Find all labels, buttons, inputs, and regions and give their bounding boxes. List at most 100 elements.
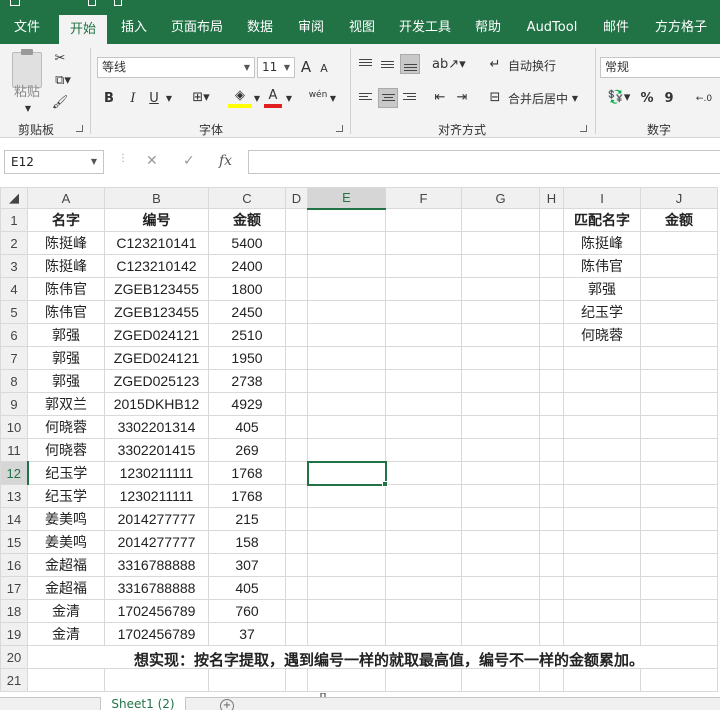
cell-g15[interactable] bbox=[461, 530, 540, 554]
tab-mail[interactable]: 邮件 bbox=[592, 12, 640, 44]
cell-j9[interactable] bbox=[640, 392, 718, 416]
tab-data[interactable]: 数据 bbox=[236, 12, 284, 44]
cell-j5[interactable] bbox=[640, 300, 718, 324]
cell-b15[interactable]: 2014277777 bbox=[104, 530, 209, 554]
cell-j21[interactable] bbox=[640, 668, 718, 692]
cell-d14[interactable] bbox=[285, 507, 308, 531]
row-header[interactable]: 7 bbox=[0, 346, 28, 370]
cell-d15[interactable] bbox=[285, 530, 308, 554]
underline-dropdown-icon[interactable]: ▼ bbox=[164, 90, 174, 108]
tab-fangfang[interactable]: 方方格子 bbox=[646, 12, 716, 44]
cell-g12[interactable] bbox=[461, 461, 540, 485]
cell-d8[interactable] bbox=[285, 369, 308, 393]
cell-d13[interactable] bbox=[285, 484, 308, 508]
wrap-text-button[interactable]: 自动换行 bbox=[504, 57, 560, 75]
cell-g14[interactable] bbox=[461, 507, 540, 531]
cell-i4[interactable]: 郭强 bbox=[563, 277, 641, 301]
copy-icon[interactable]: ⧉▾ bbox=[50, 72, 76, 90]
cell-j7[interactable] bbox=[640, 346, 718, 370]
cell-e5[interactable] bbox=[307, 300, 386, 324]
align-bottom-icon[interactable] bbox=[400, 54, 420, 74]
cell-i10[interactable] bbox=[563, 415, 641, 439]
cell-f19[interactable] bbox=[385, 622, 462, 646]
cell-e1[interactable] bbox=[307, 208, 386, 232]
tab-review[interactable]: 审阅 bbox=[287, 12, 335, 44]
cell-h11[interactable] bbox=[539, 438, 564, 462]
formula-input[interactable] bbox=[248, 150, 720, 174]
font-color-dropdown-icon[interactable]: ▼ bbox=[284, 90, 294, 108]
cell-f10[interactable] bbox=[385, 415, 462, 439]
cell-c18[interactable]: 760 bbox=[208, 599, 286, 623]
cell-a3[interactable]: 陈挺峰 bbox=[27, 254, 105, 278]
cell-b9[interactable]: 2015DKHB12 bbox=[104, 392, 209, 416]
grow-font-icon[interactable]: A bbox=[299, 58, 313, 76]
cell-i14[interactable] bbox=[563, 507, 641, 531]
cell-f14[interactable] bbox=[385, 507, 462, 531]
tab-home[interactable]: 开始 bbox=[59, 15, 107, 44]
row-header[interactable]: 1 bbox=[0, 208, 28, 232]
cell-c11[interactable]: 269 bbox=[208, 438, 286, 462]
cell-j6[interactable] bbox=[640, 323, 718, 347]
cell-h19[interactable] bbox=[539, 622, 564, 646]
cell-f15[interactable] bbox=[385, 530, 462, 554]
cell-a2[interactable]: 陈挺峰 bbox=[27, 231, 105, 255]
cell-i9[interactable] bbox=[563, 392, 641, 416]
cell-f1[interactable] bbox=[385, 208, 462, 232]
cell-g4[interactable] bbox=[461, 277, 540, 301]
cell-j17[interactable] bbox=[640, 576, 718, 600]
cell-b7[interactable]: ZGED024121 bbox=[104, 346, 209, 370]
bold-button[interactable]: B bbox=[101, 90, 117, 108]
cell-h8[interactable] bbox=[539, 369, 564, 393]
align-left-icon[interactable] bbox=[356, 88, 376, 108]
cell-j10[interactable] bbox=[640, 415, 718, 439]
comma-style-button[interactable]: 9 bbox=[662, 90, 676, 108]
row-header[interactable]: 8 bbox=[0, 369, 28, 393]
cell-e16[interactable] bbox=[307, 553, 386, 577]
cell-table[interactable]: ◢ ABCDEFGHIJ 1 名字 编号 金额 匹配名字 金额 2 陈挺峰 C123210141… bbox=[0, 187, 718, 692]
cell-i13[interactable] bbox=[563, 484, 641, 508]
orientation-icon[interactable]: ab↗▾ bbox=[432, 56, 466, 74]
cell-c2[interactable]: 5400 bbox=[208, 231, 286, 255]
cell-h2[interactable] bbox=[539, 231, 564, 255]
cell-b21[interactable] bbox=[104, 668, 209, 692]
cell-i18[interactable] bbox=[563, 599, 641, 623]
cell-i1[interactable]: 匹配名字 bbox=[563, 208, 641, 232]
cell-j8[interactable] bbox=[640, 369, 718, 393]
font-launcher-icon[interactable] bbox=[336, 125, 343, 132]
cell-b11[interactable]: 3302201415 bbox=[104, 438, 209, 462]
shrink-font-icon[interactable]: A bbox=[318, 60, 330, 78]
cell-j2[interactable] bbox=[640, 231, 718, 255]
phonetic-dropdown-icon[interactable]: ▼ bbox=[328, 90, 338, 108]
cell-f16[interactable] bbox=[385, 553, 462, 577]
merge-dropdown-icon[interactable]: ▼ bbox=[570, 90, 580, 108]
cell-h14[interactable] bbox=[539, 507, 564, 531]
cell-f3[interactable] bbox=[385, 254, 462, 278]
cell-e11[interactable] bbox=[307, 438, 386, 462]
cell-c19[interactable]: 37 bbox=[208, 622, 286, 646]
cell-h7[interactable] bbox=[539, 346, 564, 370]
cell-d21[interactable] bbox=[285, 668, 308, 692]
cell-e10[interactable] bbox=[307, 415, 386, 439]
column-header-j[interactable]: J bbox=[640, 187, 718, 209]
cell-j1[interactable]: 金额 bbox=[640, 208, 718, 232]
cell-h18[interactable] bbox=[539, 599, 564, 623]
cut-icon[interactable]: ✂ bbox=[50, 50, 70, 68]
cell-e9[interactable] bbox=[307, 392, 386, 416]
cell-i15[interactable] bbox=[563, 530, 641, 554]
cell-j3[interactable] bbox=[640, 254, 718, 278]
column-header-h[interactable]: H bbox=[539, 187, 564, 209]
cell-h21[interactable] bbox=[539, 668, 564, 692]
cell-a11[interactable]: 何晓蓉 bbox=[27, 438, 105, 462]
cell-g2[interactable] bbox=[461, 231, 540, 255]
cell-b10[interactable]: 3302201314 bbox=[104, 415, 209, 439]
cell-e4[interactable] bbox=[307, 277, 386, 301]
cell-a16[interactable]: 金超福 bbox=[27, 553, 105, 577]
cell-g18[interactable] bbox=[461, 599, 540, 623]
cell-h16[interactable] bbox=[539, 553, 564, 577]
cell-e2[interactable] bbox=[307, 231, 386, 255]
cell-f6[interactable] bbox=[385, 323, 462, 347]
cell-b2[interactable]: C123210141 bbox=[104, 231, 209, 255]
cell-g6[interactable] bbox=[461, 323, 540, 347]
cell-a18[interactable]: 金清 bbox=[27, 599, 105, 623]
row-header[interactable]: 4 bbox=[0, 277, 28, 301]
